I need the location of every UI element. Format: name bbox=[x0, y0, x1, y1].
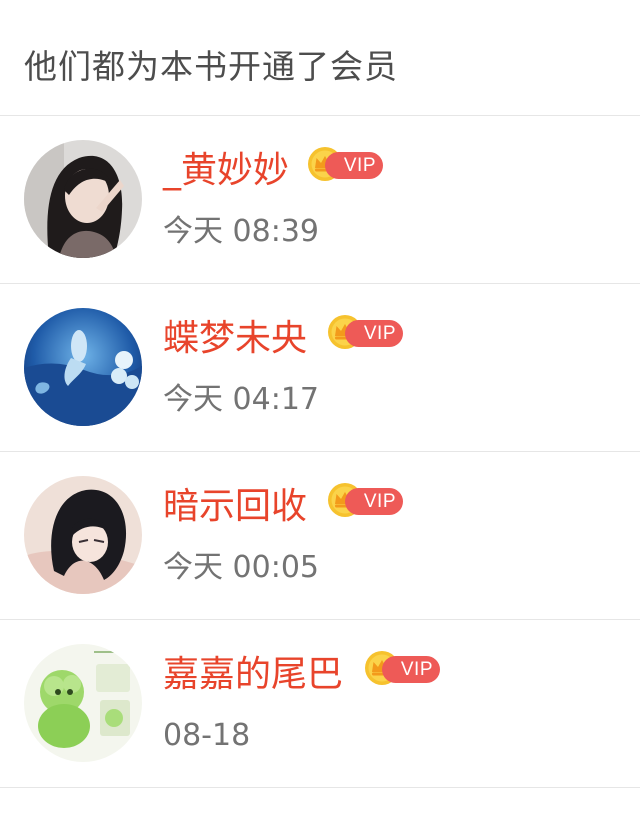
page-title: 他们都为本书开通了会员 bbox=[24, 47, 398, 86]
member-time: 08-18 bbox=[163, 718, 251, 753]
member-time: 今天 04:17 bbox=[163, 382, 319, 417]
member-row[interactable]: 蝶梦未央 VIP 今天 04:17 bbox=[0, 284, 640, 452]
member-row[interactable]: _黄妙妙 VIP 今天 08:39 bbox=[0, 116, 640, 284]
avatar[interactable] bbox=[24, 140, 142, 258]
member-row[interactable]: 嘉嘉的尾巴 VIP 08-18 bbox=[0, 620, 640, 788]
vip-label: VIP bbox=[325, 152, 383, 179]
avatar[interactable] bbox=[24, 476, 142, 594]
member-name[interactable]: 暗示回收 bbox=[163, 482, 307, 532]
page-header: 他们都为本书开通了会员 bbox=[0, 0, 640, 116]
vip-label: VIP bbox=[382, 656, 440, 683]
member-name[interactable]: _黄妙妙 bbox=[163, 146, 289, 196]
member-name[interactable]: 蝶梦未央 bbox=[163, 314, 307, 364]
vip-label: VIP bbox=[345, 320, 403, 347]
avatar[interactable] bbox=[24, 644, 142, 762]
member-time: 今天 00:05 bbox=[163, 550, 319, 585]
member-row[interactable]: 暗示回收 VIP 今天 00:05 bbox=[0, 452, 640, 620]
member-name[interactable]: 嘉嘉的尾巴 bbox=[163, 650, 343, 700]
avatar[interactable] bbox=[24, 308, 142, 426]
vip-label: VIP bbox=[345, 488, 403, 515]
member-time: 今天 08:39 bbox=[163, 214, 319, 249]
